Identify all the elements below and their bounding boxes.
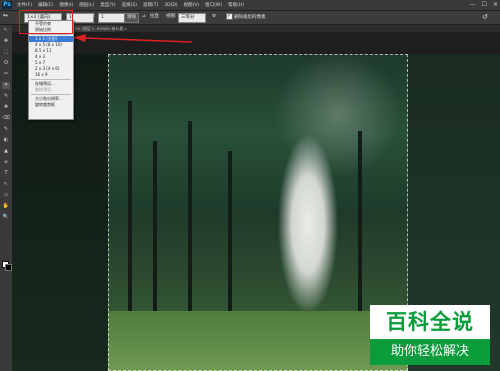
options-bar: ⌗▾ 1×2 (竖向) 1 ⇄ 1 清除 ⊿ 拉直 视图: 三等分 ⚙ 删除裁剪… xyxy=(0,11,500,25)
menu-file[interactable]: 文件(F) xyxy=(14,2,35,8)
dodge-tool-icon[interactable]: ◐ xyxy=(2,137,10,144)
view-label: 视图: xyxy=(166,14,177,19)
close-icon[interactable]: ✕ xyxy=(493,1,498,8)
menu-view[interactable]: 视图(V) xyxy=(181,2,203,8)
path-select-tool-icon[interactable]: ↖ xyxy=(2,181,10,188)
shape-tool-icon[interactable]: ▭ xyxy=(2,192,10,199)
photo-forest-woman[interactable] xyxy=(108,54,408,371)
crop-tool-icon[interactable]: ⌗▾ xyxy=(3,13,8,21)
tree-trunk xyxy=(188,121,192,321)
menu-edit[interactable]: 编辑(E) xyxy=(35,2,56,8)
move-tool-icon[interactable]: ↖ xyxy=(2,27,10,34)
tree-trunk xyxy=(153,141,157,321)
maximize-icon[interactable]: ☐ xyxy=(482,1,487,8)
watermark-logo: 百科全说 助你轻松解决 xyxy=(370,305,490,365)
quick-select-tool-icon[interactable]: ✂ xyxy=(2,71,10,78)
pen-tool-icon[interactable]: ⌀ xyxy=(2,159,10,166)
straighten-label[interactable]: 拉直 xyxy=(150,13,159,21)
grass-field xyxy=(108,311,408,371)
delete-pixels-checkbox[interactable]: 删除裁剪的像素 xyxy=(226,12,266,21)
menu-layer[interactable]: 图层(L) xyxy=(76,2,97,8)
window-controls: — ☐ ✕ xyxy=(470,1,498,8)
type-tool-icon[interactable]: T xyxy=(2,170,10,177)
ratio-dropdown-menu: 不受约束 原始比例 1 x 1 (方形) 4 x 5 (8 x 10) 8.5 … xyxy=(28,20,74,120)
menu-help[interactable]: 帮助(H) xyxy=(225,2,247,8)
tree-trunk xyxy=(358,131,362,321)
menu-bar: Ps 文件(F) 编辑(E) 图像(I) 图层(L) 类型(Y) 选择(S) 滤… xyxy=(0,0,500,11)
doc-tab-active[interactable]: 72% (图层 0, RGB/8) * xyxy=(70,25,116,32)
dropdown-item-delete-preset[interactable]: 删除预设... xyxy=(29,87,73,93)
dropdown-item-rotate-crop[interactable]: 旋转裁剪框 xyxy=(29,102,73,108)
document-tabs: 72% (图层 0, RGB/8) * 未标题-1 xyxy=(12,25,500,32)
settings-gear-icon[interactable]: ⚙ xyxy=(212,13,216,21)
lasso-tool-icon[interactable]: ʘ xyxy=(2,60,10,67)
menu-filter[interactable]: 滤镜(T) xyxy=(140,2,161,8)
artboard-tool-icon[interactable]: ✥ xyxy=(2,38,10,45)
marquee-tool-icon[interactable]: ⬚ xyxy=(2,49,10,56)
clear-button[interactable]: 清除 xyxy=(124,13,139,23)
minimize-icon[interactable]: — xyxy=(470,1,476,8)
photoshop-logo: Ps xyxy=(2,1,12,9)
swap-icon[interactable]: ⇄ xyxy=(91,13,95,21)
watermark-title: 百科全说 xyxy=(386,310,474,334)
delete-pixels-label: 删除裁剪的像素 xyxy=(234,15,266,20)
eraser-tool-icon[interactable]: ⌫ xyxy=(2,115,10,122)
brush-tool-icon[interactable]: ✎ xyxy=(2,126,10,133)
menu-select[interactable]: 选择(S) xyxy=(119,2,140,8)
background-color-swatch[interactable] xyxy=(5,264,12,271)
straighten-icon[interactable]: ⊿ xyxy=(142,13,146,21)
dropdown-separator xyxy=(31,34,71,35)
crop-tool-icon-active[interactable]: ⌗ xyxy=(2,82,10,89)
zoom-tool-icon[interactable]: 🔍 xyxy=(2,214,10,221)
watermark-subtitle: 助你轻松解决 xyxy=(370,339,490,365)
dropdown-separator xyxy=(31,94,71,95)
ratio-field-b[interactable]: 1 xyxy=(98,13,126,23)
reset-icon[interactable]: ↺ xyxy=(482,13,488,21)
tree-trunk xyxy=(228,151,232,321)
menu-3d[interactable]: 3D(D) xyxy=(161,3,180,8)
checkbox-icon xyxy=(226,12,233,20)
annotation-arrow-icon xyxy=(74,34,193,43)
dropdown-item-16x9[interactable]: 16 x 9 xyxy=(29,72,73,78)
tree-trunk xyxy=(128,101,132,321)
healing-tool-icon[interactable]: ✚ xyxy=(2,104,10,111)
eyedropper-tool-icon[interactable]: ✎ xyxy=(2,93,10,100)
hand-tool-icon[interactable]: ✋ xyxy=(2,203,10,210)
doc-tab-2[interactable]: 未标题-1 xyxy=(110,25,129,32)
menu-window[interactable]: 窗口(W) xyxy=(202,2,225,8)
dropdown-separator xyxy=(31,79,71,80)
menu-type[interactable]: 类型(Y) xyxy=(97,2,118,8)
sharpen-tool-icon[interactable]: ▲ xyxy=(2,148,10,155)
menu-image[interactable]: 图像(I) xyxy=(56,2,76,8)
view-select[interactable]: 三等分 xyxy=(178,13,206,23)
annotation-highlight-box xyxy=(19,10,73,34)
